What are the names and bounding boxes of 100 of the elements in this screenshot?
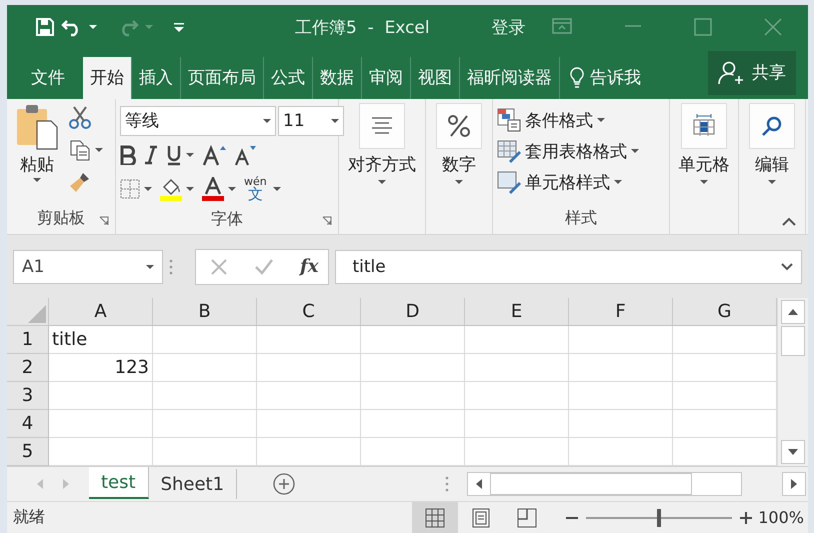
phonetic-guide-button[interactable]: wén 文: [244, 176, 281, 202]
select-all-button[interactable]: [7, 298, 49, 326]
dialog-launcher-icon[interactable]: [322, 216, 332, 226]
previous-sheet-icon[interactable]: [37, 479, 43, 490]
add-sheet-icon[interactable]: [273, 473, 296, 496]
empty-cell[interactable]: [569, 326, 673, 354]
cancel-icon[interactable]: [210, 258, 228, 276]
empty-cell[interactable]: [153, 354, 257, 382]
empty-cell[interactable]: [465, 354, 569, 382]
styles-menu-button[interactable]: 条件格式: [497, 104, 639, 136]
empty-cell[interactable]: [361, 410, 465, 438]
empty-cell[interactable]: [465, 326, 569, 354]
row-header[interactable]: 1: [7, 326, 49, 354]
close-icon[interactable]: [764, 18, 782, 36]
caret-icon: [146, 264, 154, 269]
column-header[interactable]: G: [673, 298, 777, 326]
ribbon-tab[interactable]: 审阅: [361, 56, 410, 99]
row-header[interactable]: 2: [7, 354, 49, 382]
empty-cell[interactable]: [361, 354, 465, 382]
decrease-font-size-icon[interactable]: [234, 144, 256, 166]
empty-cell[interactable]: [153, 382, 257, 410]
scroll-up-button[interactable]: [781, 300, 805, 324]
plus-icon[interactable]: [740, 512, 752, 524]
row-header[interactable]: 5: [7, 438, 49, 466]
collapse-ribbon-icon[interactable]: [782, 216, 796, 226]
empty-cell[interactable]: [569, 410, 673, 438]
ribbon-tab[interactable]: 插入: [131, 56, 180, 99]
share-button[interactable]: 共享: [708, 50, 796, 95]
scroll-right-button[interactable]: [782, 472, 806, 496]
increase-font-size-icon[interactable]: [202, 144, 226, 166]
tell-me-button[interactable]: 告诉我: [559, 56, 651, 99]
dialog-launcher-icon[interactable]: [99, 216, 109, 226]
scroll-thumb[interactable]: [781, 326, 805, 356]
table-cell[interactable]: 123: [49, 354, 153, 382]
checkmark-icon[interactable]: [254, 258, 274, 276]
sheet-tab[interactable]: test: [89, 467, 149, 500]
styles-menu-button[interactable]: 单元格样式: [497, 166, 639, 198]
empty-cell[interactable]: [153, 410, 257, 438]
table-cell[interactable]: title: [49, 326, 153, 354]
font-color-button[interactable]: [202, 176, 236, 201]
column-header[interactable]: B: [153, 298, 257, 326]
fill-color-button[interactable]: [160, 176, 194, 201]
ribbon-tab[interactable]: 视图: [410, 56, 459, 99]
column-header[interactable]: D: [361, 298, 465, 326]
empty-cell[interactable]: [257, 382, 361, 410]
empty-cell[interactable]: [465, 382, 569, 410]
paste-button[interactable]: 粘贴: [11, 102, 63, 182]
empty-cell[interactable]: [153, 326, 257, 354]
name-box[interactable]: A1: [13, 250, 163, 284]
save-icon[interactable]: [35, 17, 55, 38]
horizontal-scroll-thumb[interactable]: [490, 473, 692, 496]
maximize-icon[interactable]: [694, 18, 712, 36]
zoom-slider[interactable]: [657, 508, 662, 526]
row-header[interactable]: 4: [7, 410, 49, 438]
bold-icon[interactable]: [120, 144, 136, 165]
cells-button[interactable]: 单元格: [674, 102, 734, 184]
insert-function-button[interactable]: fx: [300, 256, 318, 278]
empty-cell[interactable]: [569, 354, 673, 382]
column-header[interactable]: A: [49, 298, 153, 326]
ribbon-tab[interactable]: 福昕阅读器: [459, 56, 559, 99]
customize-icon[interactable]: [173, 21, 185, 34]
ribbon-tab[interactable]: 数据: [312, 56, 361, 99]
editing-button[interactable]: 编辑: [745, 102, 799, 184]
ribbon-tab[interactable]: 文件: [7, 56, 83, 99]
styles-menu-button[interactable]: 套用表格格式: [497, 136, 639, 167]
cell-styles-icon: [497, 170, 521, 194]
ribbon-tab[interactable]: 页面布局: [180, 56, 263, 99]
alignment-button[interactable]: 对齐方式: [344, 102, 420, 184]
scroll-left-icon[interactable]: [476, 479, 482, 490]
formula-input-field[interactable]: title: [335, 250, 802, 284]
ribbon-tab[interactable]: 公式: [263, 56, 312, 99]
column-header[interactable]: F: [569, 298, 673, 326]
ribbon-tab[interactable]: 开始: [83, 56, 131, 99]
empty-cell[interactable]: [361, 382, 465, 410]
next-sheet-icon[interactable]: [63, 479, 69, 490]
sign-in-link[interactable]: 登录: [492, 16, 526, 39]
empty-cell[interactable]: [569, 382, 673, 410]
font-size-field[interactable]: 11: [278, 106, 344, 136]
font-name-field[interactable]: 等线: [120, 106, 276, 136]
empty-cell[interactable]: [465, 410, 569, 438]
view-button[interactable]: [412, 502, 458, 533]
number-format-button[interactable]: 数字: [432, 102, 486, 184]
column-header[interactable]: E: [465, 298, 569, 326]
chevron-down-icon[interactable]: [781, 262, 793, 271]
borders-button[interactable]: [120, 178, 152, 199]
empty-cell[interactable]: [257, 354, 361, 382]
sheet-tab[interactable]: Sheet1: [148, 469, 238, 500]
column-header[interactable]: C: [257, 298, 361, 326]
italic-icon[interactable]: [144, 144, 158, 165]
scroll-down-button[interactable]: [781, 440, 805, 464]
zoom-percentage[interactable]: 100%: [758, 508, 804, 527]
underline-button[interactable]: [166, 144, 194, 166]
scissors-icon[interactable]: [69, 104, 91, 129]
ribbon-display-options-icon[interactable]: [552, 18, 572, 34]
paintbrush-icon[interactable]: [69, 170, 91, 193]
row-header[interactable]: 3: [7, 382, 49, 410]
empty-cell[interactable]: [257, 326, 361, 354]
empty-cell[interactable]: [257, 410, 361, 438]
copy-button[interactable]: [69, 138, 103, 161]
empty-cell[interactable]: [361, 326, 465, 354]
